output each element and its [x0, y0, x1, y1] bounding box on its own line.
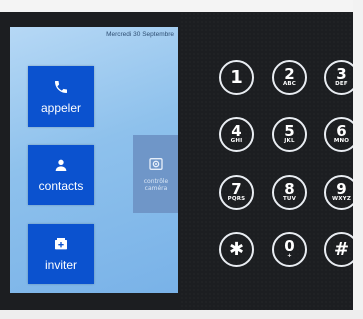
key-digit: # [333, 238, 350, 260]
key-digit: ✱ [228, 238, 245, 260]
call-tile-label: appeler [40, 100, 82, 115]
key-digit: 3 [336, 65, 347, 83]
key-digit: 6 [336, 122, 347, 140]
photo-border-bottom [0, 310, 363, 319]
key-digit: 1 [230, 66, 243, 88]
person-icon [55, 159, 67, 171]
key-letters: MNO [333, 138, 350, 144]
key-letters: DEF [335, 81, 348, 87]
key-digit: 2 [284, 65, 295, 83]
key-letters: ABC [282, 81, 297, 87]
key-star[interactable]: ✱ [219, 232, 254, 267]
contacts-tile[interactable]: contacts [28, 145, 94, 205]
key-digit: 7 [231, 180, 242, 198]
key-8[interactable]: 8 TUV [272, 175, 307, 210]
key-1[interactable]: 1 [219, 60, 254, 95]
key-digit: 8 [284, 180, 295, 198]
invite-tile-label: inviter [44, 258, 77, 272]
camera-control-label: contrôle caméra [143, 178, 169, 192]
key-5[interactable]: 5 JKL [272, 117, 307, 152]
key-0[interactable]: 0 + [272, 232, 307, 267]
photo-border-top [0, 0, 363, 12]
contacts-tile-label: contacts [38, 179, 84, 193]
lcd-screen: Mercredi 30 Septembre appeler contacts i… [10, 27, 178, 293]
key-2[interactable]: 2 ABC [272, 60, 307, 95]
key-7[interactable]: 7 PQRS [219, 175, 254, 210]
camera-icon [149, 158, 163, 170]
invite-tile[interactable]: inviter [28, 224, 94, 284]
key-digit: 4 [231, 122, 242, 140]
conference-device: Mercredi 30 Septembre appeler contacts i… [0, 0, 363, 319]
key-digit: 9 [336, 180, 347, 198]
call-tile[interactable]: appeler [28, 66, 94, 127]
key-letters: + [287, 253, 292, 259]
key-4[interactable]: 4 GHI [219, 117, 254, 152]
camera-control-tile[interactable]: contrôle caméra [133, 135, 178, 213]
add-contact-icon [55, 238, 67, 250]
key-letters: TUV [282, 196, 297, 202]
device-texture [180, 12, 355, 312]
key-digit: 0 [284, 237, 295, 255]
key-digit: 5 [284, 122, 295, 140]
key-letters: WXYZ [331, 196, 352, 202]
key-letters: GHI [230, 138, 243, 144]
key-letters: PQRS [227, 196, 246, 202]
key-letters: JKL [284, 138, 295, 144]
phone-icon [55, 80, 67, 93]
photo-border-right [353, 0, 363, 319]
date-label: Mercredi 30 Septembre [106, 31, 174, 38]
